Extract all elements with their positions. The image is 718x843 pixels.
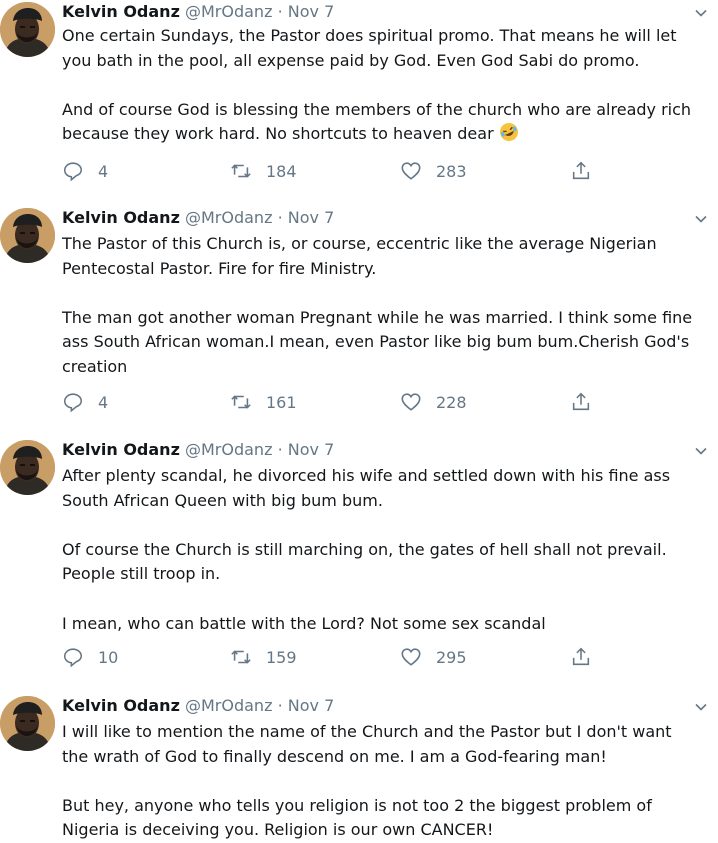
chevron-down-icon[interactable] xyxy=(694,6,708,20)
tweet-1[interactable]: Kelvin Odanz @MrOdanz · Nov 7 One certai… xyxy=(0,2,718,190)
retweet-button[interactable]: 161 xyxy=(230,389,297,415)
tweet-actions: 4 161 228 xyxy=(62,389,622,415)
retweet-count: 161 xyxy=(266,392,297,412)
tweet-date[interactable]: Nov 7 xyxy=(288,2,335,21)
rofl-emoji-icon xyxy=(499,123,518,142)
tweet-text: The Pastor of this Church is, or course,… xyxy=(62,234,693,376)
tweet-header: Kelvin Odanz @MrOdanz · Nov 7 xyxy=(62,2,334,24)
tweet-header: Kelvin Odanz @MrOdanz · Nov 7 xyxy=(62,440,334,462)
share-button[interactable] xyxy=(570,389,592,415)
reply-button[interactable]: 10 xyxy=(62,644,118,670)
tweet-text: I will like to mention the name of the C… xyxy=(62,722,672,840)
retweet-icon xyxy=(231,395,251,409)
author-name[interactable]: Kelvin Odanz xyxy=(62,440,180,459)
avatar[interactable] xyxy=(0,696,55,751)
tweet-3[interactable]: Kelvin Odanz @MrOdanz · Nov 7 After plen… xyxy=(0,440,718,678)
share-button[interactable] xyxy=(570,644,592,670)
retweet-button[interactable]: 159 xyxy=(230,644,297,670)
retweet-count: 184 xyxy=(266,161,297,181)
separator: · xyxy=(277,440,283,459)
retweet-button[interactable]: 184 xyxy=(230,158,297,184)
retweet-icon xyxy=(231,650,251,664)
tweet-2[interactable]: Kelvin Odanz @MrOdanz · Nov 7 The Pastor… xyxy=(0,208,718,422)
retweet-icon xyxy=(231,164,251,178)
reply-count: 4 xyxy=(98,392,109,412)
like-count: 295 xyxy=(436,647,467,667)
reply-button[interactable]: 4 xyxy=(62,389,108,415)
like-button[interactable]: 228 xyxy=(400,389,467,415)
author-handle[interactable]: @MrOdanz xyxy=(185,440,272,459)
chevron-down-icon[interactable] xyxy=(694,212,708,226)
share-icon xyxy=(572,161,590,180)
like-button[interactable]: 283 xyxy=(400,158,467,184)
like-button[interactable]: 295 xyxy=(400,644,467,670)
share-icon xyxy=(572,392,590,411)
separator: · xyxy=(277,2,283,21)
separator: · xyxy=(277,696,283,715)
author-handle[interactable]: @MrOdanz xyxy=(185,2,272,21)
heart-icon xyxy=(401,162,421,180)
reply-icon xyxy=(63,393,83,413)
author-name[interactable]: Kelvin Odanz xyxy=(62,696,180,715)
tweet-4[interactable]: Kelvin Odanz @MrOdanz · Nov 7 I will lik… xyxy=(0,696,718,843)
chevron-down-icon[interactable] xyxy=(694,444,708,458)
tweet-text: After plenty scandal, he divorced his wi… xyxy=(62,466,671,633)
tweet-header: Kelvin Odanz @MrOdanz · Nov 7 xyxy=(62,696,334,718)
author-name[interactable]: Kelvin Odanz xyxy=(62,208,180,227)
tweet-date[interactable]: Nov 7 xyxy=(288,696,335,715)
reply-count: 10 xyxy=(98,647,119,667)
avatar[interactable] xyxy=(0,440,55,495)
tweet-date[interactable]: Nov 7 xyxy=(288,440,335,459)
tweet-actions: 4 184 283 xyxy=(62,158,622,184)
author-handle[interactable]: @MrOdanz xyxy=(185,696,272,715)
tweet-text-content: One certain Sundays, the Pastor does spi… xyxy=(62,26,692,144)
reply-button[interactable]: 4 xyxy=(62,158,108,184)
avatar[interactable] xyxy=(0,2,55,57)
chevron-down-icon[interactable] xyxy=(694,700,708,714)
reply-icon xyxy=(63,648,83,668)
share-icon xyxy=(572,647,590,666)
author-handle[interactable]: @MrOdanz xyxy=(185,208,272,227)
heart-icon xyxy=(401,393,421,411)
tweet-date[interactable]: Nov 7 xyxy=(288,208,335,227)
reply-count: 4 xyxy=(98,161,109,181)
tweet-header: Kelvin Odanz @MrOdanz · Nov 7 xyxy=(62,208,334,230)
retweet-count: 159 xyxy=(266,647,297,667)
reply-icon xyxy=(63,162,83,182)
tweet-actions: 10 159 295 xyxy=(62,644,622,670)
like-count: 283 xyxy=(436,161,467,181)
author-name[interactable]: Kelvin Odanz xyxy=(62,2,180,21)
separator: · xyxy=(277,208,283,227)
like-count: 228 xyxy=(436,392,467,412)
heart-icon xyxy=(401,648,421,666)
avatar[interactable] xyxy=(0,208,55,263)
share-button[interactable] xyxy=(570,158,592,184)
tweet-text: One certain Sundays, the Pastor does spi… xyxy=(62,24,714,147)
